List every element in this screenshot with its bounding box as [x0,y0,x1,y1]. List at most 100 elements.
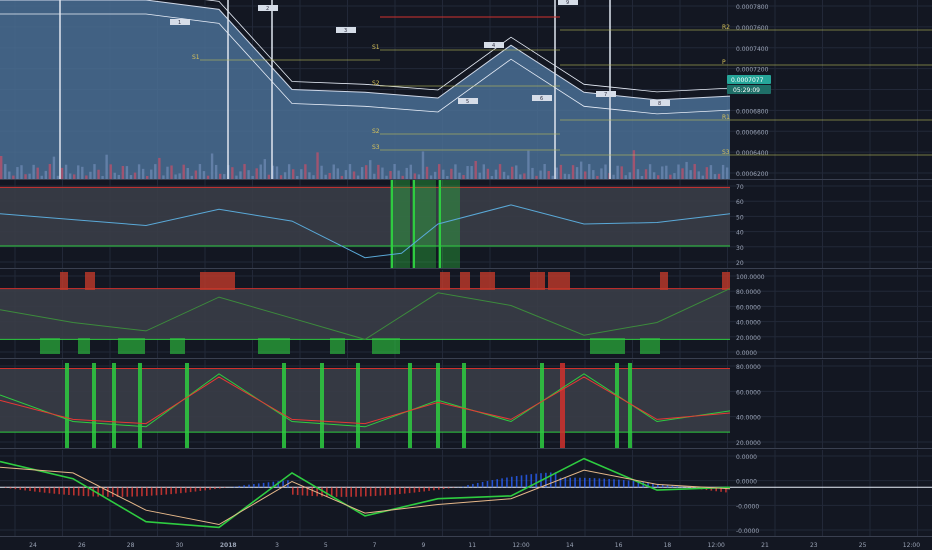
volume-bar [624,175,627,179]
macd-histogram-bar [632,480,635,488]
volume-bar [292,169,295,179]
chart-svg[interactable]: 0.0007800 0.0007600 0.0007400 0.0007200 0.00… [0,0,932,550]
volume-bar [685,161,688,179]
volume-bar [673,173,676,179]
y-tick-label: 0.0007400 [736,46,769,53]
volume-bar [438,164,441,179]
macd-histogram-bar [438,487,440,490]
volume-bar [373,173,376,179]
volume-bar [81,166,84,179]
volume-bar [628,172,632,179]
y-tick-label: 0.0006400 [736,150,769,157]
volume-bar [571,165,575,179]
volume-bar [198,164,202,179]
time-axis-label: 24 [29,542,37,549]
volume-bar [579,161,583,179]
y-tick-label: 40.0000 [736,415,761,422]
trade-marker-label: 7 [604,92,607,98]
pivot-label: P [722,59,726,66]
volume-bar [401,175,404,179]
volume-bar [413,173,417,179]
volume-bar [129,175,133,179]
volume-bar [287,164,291,179]
y-tick-label: 0.0006800 [736,108,769,115]
volume-bar [255,168,258,179]
macd-histogram-bar [350,487,352,497]
volume-bar [24,174,27,179]
macd-histogram-bar [180,487,182,494]
time-axis-label: 25 [859,542,867,549]
volume-bar [348,164,352,179]
volume-bar [214,164,218,179]
volume-bar [8,171,11,179]
overbought-highlight [660,272,668,290]
volume-bar [665,165,668,179]
volume-bar [356,175,360,179]
macd-histogram-bar [369,487,372,497]
macd-histogram-bar [447,487,450,489]
volume-bar [515,165,518,179]
macd-histogram-bar [511,476,513,488]
volume-bar [125,166,129,179]
macd-histogram-bar [428,487,430,491]
macd-histogram-bar [194,487,197,492]
overbought-highlight [440,272,450,290]
macd-histogram-bar [618,479,620,488]
macd-histogram-bar [554,472,557,488]
volume-bar [137,164,141,179]
volume-bar [462,174,465,179]
volume-bar [498,164,502,179]
pivot-label: S2 [372,128,380,135]
time-axis-label: 5 [324,542,328,549]
volume-bar [146,175,149,179]
y-tick-label: 60.0000 [736,389,761,396]
volume-bar [511,166,514,179]
volume-bar [210,153,214,179]
macd-histogram-bar [442,487,445,490]
macd-histogram-bar [34,487,36,492]
oversold-highlight [372,338,400,354]
overbought-highlight [60,272,68,290]
macd-histogram-bar [170,487,172,495]
volume-bar [697,171,700,179]
volume-bar [433,171,437,179]
macd-histogram-bar [472,483,474,488]
volume-bar [559,164,563,179]
macd-histogram-bar [501,478,503,488]
time-axis-label: 16 [615,542,623,549]
overbought-highlight [85,272,95,290]
volume-bar [604,164,607,179]
buy-signal-bar [92,363,96,448]
volume-bar [588,164,591,179]
macd-histogram-bar [613,479,615,488]
panel-price[interactable]: 0.0007800 0.0007600 0.0007400 0.0007200 0.00… [0,0,932,180]
volume-bar [701,175,705,179]
volume-bar [470,166,473,179]
y-tick-label: 0.0006600 [736,129,769,136]
volume-bar [458,172,461,179]
volume-bar [166,166,169,179]
macd-histogram-bar [243,485,245,488]
macd-histogram-bar [569,477,571,488]
buy-signal-bar [185,363,189,448]
y-tick-label: 0.0000 [736,350,757,357]
volume-bar [206,175,210,179]
macd-histogram-bar [418,487,421,493]
macd-histogram-bar [496,479,498,488]
volume-bar [113,172,116,179]
buy-signal-bar [356,363,360,448]
volume-bar [389,170,392,179]
macd-histogram-bar [355,487,357,497]
volume-bar [494,169,498,179]
volume-bar [405,167,408,179]
macd-histogram-bar [199,487,202,491]
oversold-highlight [640,338,660,354]
volume-bar [644,169,648,179]
macd-histogram-bar [68,487,70,496]
macd-histogram-bar [43,487,46,493]
macd-histogram-bar [462,486,464,488]
volume-bar [44,170,48,179]
oversold-highlight [412,180,436,268]
macd-histogram-bar [82,487,85,496]
y-tick-label: 60 [736,199,744,206]
